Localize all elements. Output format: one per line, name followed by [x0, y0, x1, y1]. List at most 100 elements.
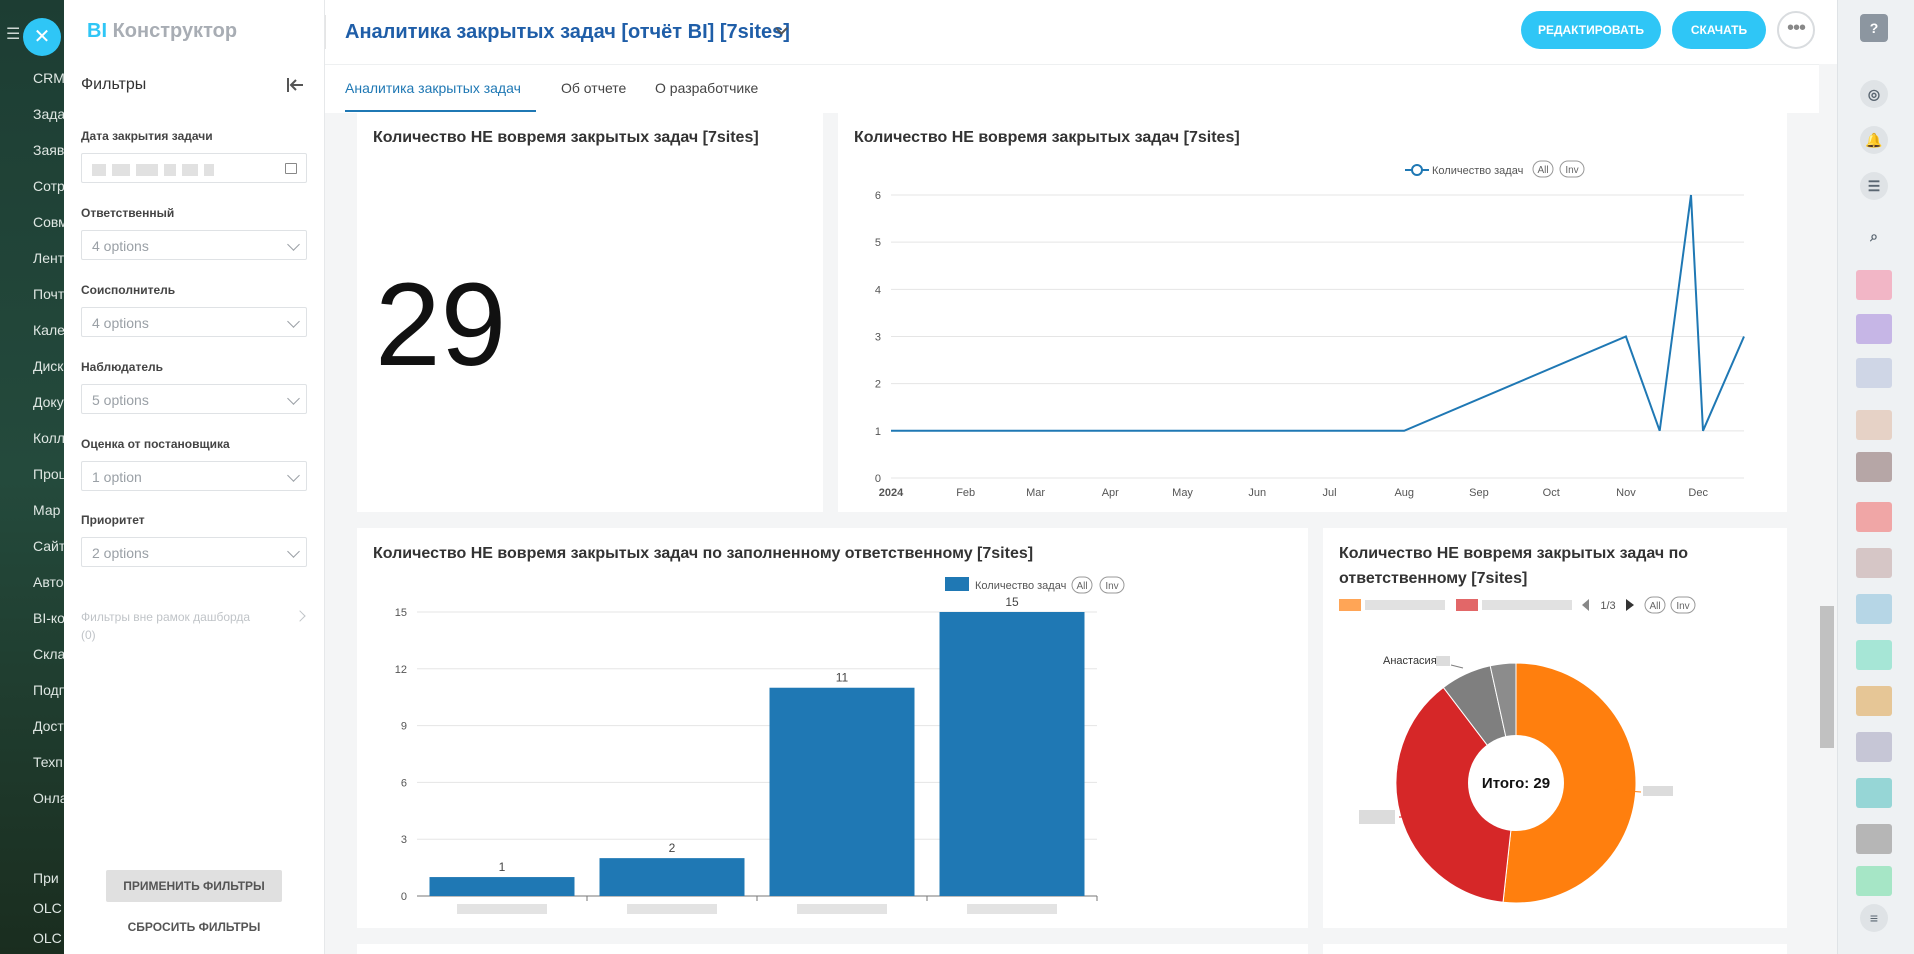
bar[interactable]	[429, 877, 575, 896]
report-title[interactable]: Аналитика закрытых задач [отчёт BI] [7si…	[345, 21, 790, 44]
x-tick-label: 2024	[879, 487, 904, 499]
pie-legend[interactable]: 1/3 All Inv	[1339, 596, 1696, 614]
legend-swatch	[1456, 599, 1478, 611]
tab-about-report[interactable]: Об отчете	[561, 80, 626, 96]
edit-button[interactable]: РЕДАКТИРОВАТЬ	[1521, 11, 1661, 49]
outside-filters-link[interactable]: Фильтры вне рамок дашборда (0)	[81, 608, 281, 644]
app-menu-item[interactable]: Авто	[33, 574, 64, 590]
main-scrollbar-thumb[interactable]	[1820, 606, 1834, 748]
x-tick-label-blurred	[457, 904, 547, 914]
avatar[interactable]	[1856, 686, 1892, 716]
avatar[interactable]	[1856, 778, 1892, 808]
filters-panel: BI Конструктор Фильтры Дата закрытия зад…	[64, 0, 325, 954]
responsible-select[interactable]: 4 options	[81, 230, 307, 260]
app-menu-item[interactable]: Совм	[33, 214, 68, 230]
avatar[interactable]	[1856, 270, 1892, 300]
x-tick-label: Oct	[1543, 487, 1560, 499]
app-menu-item[interactable]: Онла	[33, 790, 68, 806]
avatar[interactable]	[1856, 410, 1892, 440]
app-menu-item[interactable]: Сайт	[33, 538, 65, 554]
avatar[interactable]	[1856, 866, 1892, 896]
dashboard-header: Аналитика закрытых задач [отчёт BI] [7si…	[325, 0, 1837, 64]
app-menu-item[interactable]: Сотр	[33, 178, 65, 194]
app-menu-item[interactable]: OLC	[33, 930, 62, 946]
rating-select[interactable]: 1 option	[81, 461, 307, 491]
app-menu-item[interactable]: Скла	[33, 646, 65, 662]
bar[interactable]	[599, 858, 745, 896]
bell-icon[interactable]: 🔔	[1860, 126, 1888, 154]
x-tick-label-blurred	[627, 904, 717, 914]
collapse-panel-icon[interactable]	[284, 74, 306, 96]
apply-filters-button[interactable]: ПРИМЕНИТЬ ФИЛЬТРЫ	[106, 870, 282, 902]
app-menu-item[interactable]: Дост	[33, 718, 64, 734]
app-left-menu: ☰ CRM Зада Заяв Сотр Совм Лент Почт Кале Диск Док…	[0, 0, 68, 954]
x-tick-label: Aug	[1394, 487, 1414, 499]
avatar[interactable]	[1856, 824, 1892, 854]
pie-center-label: Итого: 29	[1482, 775, 1550, 792]
bar[interactable]	[939, 612, 1085, 896]
app-menu-item[interactable]: При	[33, 870, 59, 886]
legend-label: Количество задач	[1432, 165, 1523, 177]
x-tick-label: Mar	[1026, 487, 1045, 499]
chat-icon[interactable]: ☰	[1860, 172, 1888, 200]
app-menu-item[interactable]: CRM	[33, 70, 65, 86]
filter-label-coexecutor: Соисполнитель	[81, 283, 176, 297]
legend-inv-label: Inv	[1676, 601, 1689, 612]
tab-closed-tasks-analytics[interactable]: Аналитика закрытых задач	[345, 80, 521, 96]
search-icon[interactable]: ⌕	[1860, 222, 1888, 250]
download-button[interactable]: СКАЧАТЬ	[1672, 11, 1766, 49]
x-tick-label-blurred	[967, 904, 1057, 914]
y-tick-label: 6	[401, 777, 407, 789]
date-range-input[interactable]	[81, 153, 307, 183]
chevron-down-icon	[287, 392, 300, 405]
app-menu-item[interactable]: Лент	[33, 250, 64, 266]
calendar-icon[interactable]	[285, 163, 297, 174]
filter-label-responsible: Ответственный	[81, 206, 175, 220]
help-icon[interactable]: ?	[1860, 14, 1888, 42]
app-menu-item[interactable]: Почт	[33, 286, 64, 302]
observer-select[interactable]: 5 options	[81, 384, 307, 414]
activity-icon[interactable]: ◎	[1860, 80, 1888, 108]
coexecutor-select[interactable]: 4 options	[81, 307, 307, 337]
avatar[interactable]	[1856, 640, 1892, 670]
more-icon[interactable]: •••	[1777, 11, 1815, 49]
app-menu-item[interactable]: OLC	[33, 900, 62, 916]
priority-select[interactable]: 2 options	[81, 537, 307, 567]
bar-chart-card: Количество НЕ вовремя закрытых задач по …	[357, 528, 1308, 928]
avatar[interactable]	[1856, 452, 1892, 482]
app-menu-item[interactable]: Зада	[33, 106, 65, 122]
app-menu-item[interactable]: Колл	[33, 430, 65, 446]
app-menu-item[interactable]: Техп	[33, 754, 63, 770]
blurred-text	[1436, 656, 1450, 666]
line-legend[interactable]: Количество задач All Inv	[1405, 160, 1585, 178]
avatar[interactable]	[1856, 594, 1892, 624]
avatar[interactable]	[1856, 548, 1892, 578]
avatar[interactable]	[1856, 502, 1892, 532]
y-tick-label: 0	[875, 473, 881, 485]
main-scrollbar-track[interactable]	[1819, 64, 1837, 954]
prev-page-icon[interactable]	[1582, 599, 1589, 611]
avatar[interactable]	[1856, 732, 1892, 762]
app-menu-item[interactable]: Мар	[33, 502, 60, 518]
reset-filters-button[interactable]: СБРОСИТЬ ФИЛЬТРЫ	[104, 920, 284, 934]
list-icon[interactable]: ≡	[1860, 904, 1888, 932]
pie-slice-label: Анастасия	[1383, 655, 1437, 667]
avatar[interactable]	[1856, 314, 1892, 344]
leader-line	[1450, 664, 1464, 669]
app-menu-item[interactable]: Заяв	[33, 142, 64, 158]
app-menu-item[interactable]: Проц	[33, 466, 67, 482]
tab-about-developer[interactable]: О разработчике	[655, 80, 758, 96]
close-slider-button[interactable]: ✕	[23, 18, 61, 56]
app-menu-item[interactable]: Кале	[33, 322, 65, 338]
app-menu-item[interactable]: Подп	[33, 682, 66, 698]
y-tick-label: 15	[395, 607, 407, 619]
app-menu-item[interactable]: Доку	[33, 394, 64, 410]
menu-icon[interactable]: ☰	[6, 24, 20, 44]
app-menu-item[interactable]: Диск	[33, 358, 63, 374]
bar-legend[interactable]: Количество задач All Inv	[945, 576, 1125, 594]
app-menu-item[interactable]: BI-ко	[33, 610, 65, 626]
x-tick-label: Jul	[1323, 487, 1337, 499]
avatar[interactable]	[1856, 358, 1892, 388]
next-page-icon[interactable]	[1626, 599, 1634, 611]
bar[interactable]	[769, 687, 915, 896]
